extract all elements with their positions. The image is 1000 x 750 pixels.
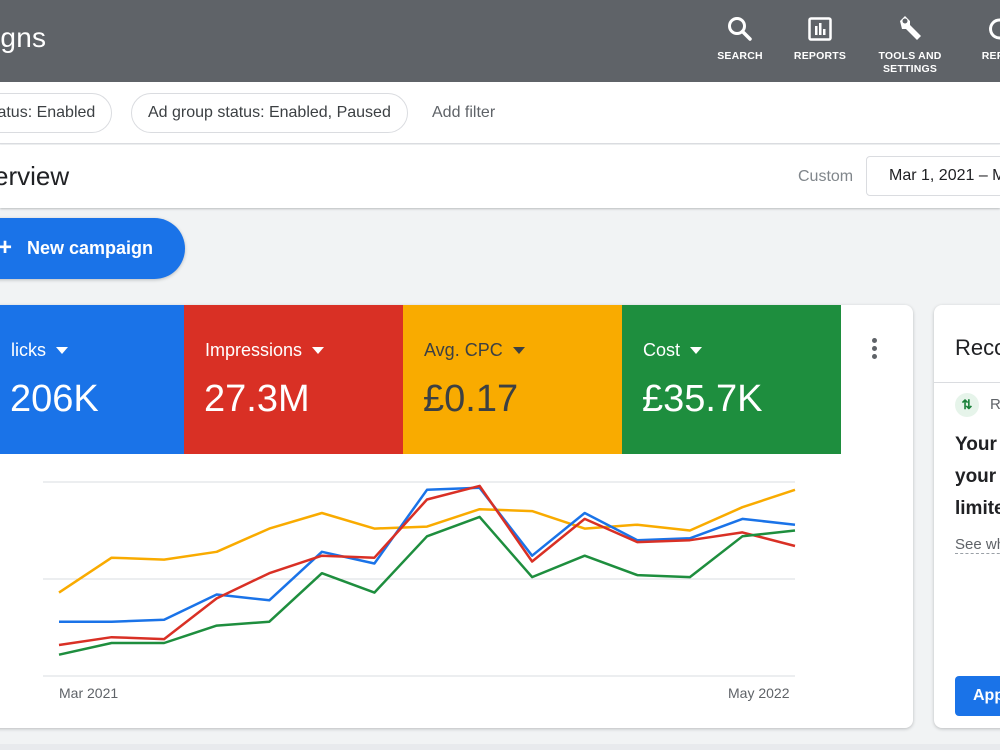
metric-cost[interactable]: Cost £35.7K: [622, 305, 841, 454]
performance-card: licks 206K Impressions 27.3M Avg. CPC £0…: [0, 305, 913, 728]
bottom-strip: [0, 744, 1000, 750]
x-axis-start-label: Mar 2021: [59, 685, 119, 701]
metric-impressions[interactable]: Impressions 27.3M: [184, 305, 403, 454]
overview-bar: erview Custom Mar 1, 2021 – M: [0, 145, 1000, 208]
headline-line: limite: [955, 498, 1000, 519]
reports-icon: [808, 14, 832, 44]
metric-clicks[interactable]: licks 206K: [0, 305, 184, 454]
recommendation-type-icon: ⇅: [955, 393, 979, 417]
tools-settings-label: TOOLS AND SETTINGS: [878, 50, 942, 75]
search-button[interactable]: SEARCH: [700, 14, 780, 63]
divider: [934, 382, 1000, 383]
plus-icon: +: [0, 234, 13, 261]
wrench-icon: [896, 14, 924, 44]
new-campaign-button[interactable]: + New campaign: [0, 218, 185, 279]
new-campaign-label: New campaign: [27, 238, 154, 258]
metric-avg-cpc[interactable]: Avg. CPC £0.17: [403, 305, 622, 454]
page-title: igns: [0, 22, 47, 53]
recommendation-type-label: R: [990, 396, 1000, 413]
search-icon: [727, 14, 753, 44]
dropdown-caret-icon: [690, 347, 703, 354]
filter-bar: tatus: Enabled Ad group status: Enabled,…: [0, 82, 1000, 144]
campaign-status-filter-chip[interactable]: tatus: Enabled: [0, 93, 113, 133]
recommendations-title: Reco: [955, 335, 1000, 360]
more-options-icon[interactable]: [870, 338, 878, 364]
refresh-icon: [987, 14, 1000, 44]
headline-line: Your: [955, 434, 997, 455]
metric-impressions-label: Impressions: [205, 340, 303, 360]
metric-clicks-label: licks: [11, 340, 46, 360]
dropdown-caret-icon: [512, 347, 525, 354]
overview-title: erview: [0, 161, 70, 191]
custom-date-label: Custom: [798, 168, 854, 185]
dropdown-caret-icon: [56, 347, 68, 354]
metric-impressions-value: 27.3M: [204, 378, 310, 420]
reports-label: REPORTS: [793, 50, 847, 62]
date-range-picker[interactable]: Mar 1, 2021 – M: [866, 156, 1000, 196]
metric-avg-cpc-value: £0.17: [423, 378, 519, 420]
reports-button[interactable]: REPORTS: [780, 14, 860, 63]
ad-group-status-filter-chip[interactable]: Ad group status: Enabled, Paused: [131, 93, 408, 133]
headline-line: your l: [955, 466, 1000, 487]
refresh-label: REFRE: [981, 50, 1000, 62]
metric-cost-value: £35.7K: [642, 378, 763, 420]
add-filter-link[interactable]: Add filter: [432, 104, 495, 122]
apply-button[interactable]: App: [955, 676, 1000, 716]
recommendation-headline: Your your l limite: [955, 429, 1000, 525]
top-header: igns SEARCH REPORTS TOOLS AND SETTINGS R…: [0, 0, 1000, 82]
x-axis-end-label: May 2022: [728, 685, 790, 701]
metric-cost-label: Cost: [643, 340, 681, 360]
see-why-link[interactable]: See wh: [955, 536, 1000, 554]
tools-settings-button[interactable]: TOOLS AND SETTINGS: [870, 14, 950, 76]
dropdown-caret-icon: [312, 347, 325, 354]
search-label: SEARCH: [717, 50, 763, 62]
recommendations-card: Reco ⇅ R Your your l limite See wh App: [934, 305, 1000, 728]
refresh-button[interactable]: REFRE: [960, 14, 1000, 63]
metric-avg-cpc-label: Avg. CPC: [424, 340, 503, 360]
metric-clicks-value: 206K: [10, 378, 99, 420]
